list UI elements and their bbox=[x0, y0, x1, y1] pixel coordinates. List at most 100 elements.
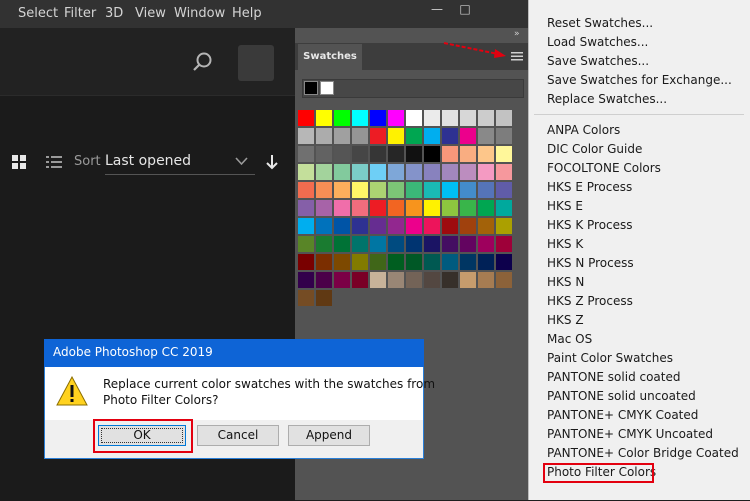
color-swatch[interactable] bbox=[298, 128, 314, 144]
color-swatch[interactable] bbox=[406, 128, 422, 144]
color-swatch[interactable] bbox=[496, 218, 512, 234]
menu-filter[interactable]: Filter bbox=[64, 6, 96, 21]
color-swatch[interactable] bbox=[370, 146, 386, 162]
color-swatch[interactable] bbox=[388, 254, 404, 270]
color-swatch[interactable] bbox=[478, 200, 494, 216]
color-swatch[interactable] bbox=[352, 164, 368, 180]
color-swatch[interactable] bbox=[442, 218, 458, 234]
color-swatch[interactable] bbox=[334, 272, 350, 288]
color-swatch[interactable] bbox=[316, 128, 332, 144]
color-swatch[interactable] bbox=[316, 110, 332, 126]
color-swatch[interactable] bbox=[442, 146, 458, 162]
color-swatch[interactable] bbox=[496, 272, 512, 288]
color-swatch[interactable] bbox=[388, 164, 404, 180]
color-swatch[interactable] bbox=[406, 110, 422, 126]
menu-item-action[interactable]: Reset Swatches... bbox=[547, 16, 653, 30]
list-view-icon[interactable] bbox=[46, 156, 62, 169]
sort-dropdown[interactable]: Last opened bbox=[105, 153, 191, 169]
color-swatch[interactable] bbox=[316, 290, 332, 306]
color-swatch[interactable] bbox=[388, 236, 404, 252]
color-swatch[interactable] bbox=[424, 254, 440, 270]
append-button[interactable]: Append bbox=[288, 425, 370, 446]
color-swatch[interactable] bbox=[316, 200, 332, 216]
color-swatch[interactable] bbox=[298, 254, 314, 270]
menu-item-swatch-library[interactable]: HKS E bbox=[547, 199, 583, 213]
color-swatch[interactable] bbox=[442, 236, 458, 252]
color-swatch[interactable] bbox=[370, 200, 386, 216]
color-swatch[interactable] bbox=[352, 146, 368, 162]
color-swatch[interactable] bbox=[298, 218, 314, 234]
color-swatch[interactable] bbox=[460, 110, 476, 126]
color-swatch[interactable] bbox=[496, 254, 512, 270]
menu-item-swatch-library[interactable]: HKS Z Process bbox=[547, 294, 633, 308]
color-swatch[interactable] bbox=[334, 200, 350, 216]
menu-item-swatch-library[interactable]: PANTONE+ CMYK Uncoated bbox=[547, 427, 713, 441]
color-swatch[interactable] bbox=[406, 254, 422, 270]
color-swatch[interactable] bbox=[442, 272, 458, 288]
color-swatch[interactable] bbox=[370, 254, 386, 270]
minimize-button[interactable]: — bbox=[424, 0, 450, 18]
color-swatch[interactable] bbox=[442, 164, 458, 180]
color-swatch[interactable] bbox=[424, 272, 440, 288]
color-swatch[interactable] bbox=[460, 200, 476, 216]
avatar[interactable] bbox=[238, 45, 274, 81]
color-swatch[interactable] bbox=[352, 236, 368, 252]
color-swatch[interactable] bbox=[442, 254, 458, 270]
color-swatch[interactable] bbox=[424, 164, 440, 180]
menu-item-swatch-library[interactable]: HKS Z bbox=[547, 313, 584, 327]
cancel-button[interactable]: Cancel bbox=[197, 425, 279, 446]
color-swatch[interactable] bbox=[388, 218, 404, 234]
menu-item-action[interactable]: Save Swatches for Exchange... bbox=[547, 73, 732, 87]
color-swatch[interactable] bbox=[478, 218, 494, 234]
color-swatch[interactable] bbox=[424, 218, 440, 234]
color-swatch[interactable] bbox=[298, 200, 314, 216]
color-swatch[interactable] bbox=[370, 128, 386, 144]
menu-view[interactable]: View bbox=[135, 6, 166, 21]
menu-item-swatch-library[interactable]: PANTONE solid coated bbox=[547, 370, 681, 384]
menu-help[interactable]: Help bbox=[232, 6, 262, 21]
color-swatch[interactable] bbox=[406, 164, 422, 180]
color-swatch[interactable] bbox=[316, 182, 332, 198]
color-swatch[interactable] bbox=[496, 110, 512, 126]
menu-item-swatch-library[interactable]: HKS K Process bbox=[547, 218, 633, 232]
color-swatch[interactable] bbox=[406, 182, 422, 198]
menu-3d[interactable]: 3D bbox=[105, 6, 123, 21]
menu-item-swatch-library[interactable]: PANTONE solid uncoated bbox=[547, 389, 696, 403]
menu-item-swatch-library[interactable]: Paint Color Swatches bbox=[547, 351, 673, 365]
menu-item-swatch-library[interactable]: FOCOLTONE Colors bbox=[547, 161, 661, 175]
color-swatch[interactable] bbox=[424, 146, 440, 162]
color-swatch[interactable] bbox=[460, 254, 476, 270]
color-swatch[interactable] bbox=[460, 272, 476, 288]
sort-down-arrow-icon[interactable] bbox=[266, 155, 278, 170]
color-swatch[interactable] bbox=[316, 236, 332, 252]
color-swatch[interactable] bbox=[370, 182, 386, 198]
color-swatch[interactable] bbox=[496, 182, 512, 198]
color-swatch[interactable] bbox=[370, 164, 386, 180]
color-swatch[interactable] bbox=[316, 272, 332, 288]
color-swatch[interactable] bbox=[298, 146, 314, 162]
color-swatch[interactable] bbox=[442, 182, 458, 198]
color-swatch[interactable] bbox=[352, 128, 368, 144]
color-swatch[interactable] bbox=[406, 272, 422, 288]
color-swatch[interactable] bbox=[442, 110, 458, 126]
color-swatch[interactable] bbox=[496, 236, 512, 252]
menu-item-swatch-library[interactable]: HKS N bbox=[547, 275, 584, 289]
foreground-swatch[interactable] bbox=[304, 81, 318, 95]
color-swatch[interactable] bbox=[442, 128, 458, 144]
menu-item-swatch-library[interactable]: DIC Color Guide bbox=[547, 142, 642, 156]
color-swatch[interactable] bbox=[460, 182, 476, 198]
color-swatch[interactable] bbox=[316, 218, 332, 234]
color-swatch[interactable] bbox=[460, 164, 476, 180]
color-swatch[interactable] bbox=[496, 164, 512, 180]
chevron-down-icon[interactable] bbox=[235, 157, 248, 166]
color-swatch[interactable] bbox=[352, 110, 368, 126]
maximize-button[interactable]: □ bbox=[452, 0, 478, 18]
color-swatch[interactable] bbox=[352, 182, 368, 198]
color-swatch[interactable] bbox=[370, 110, 386, 126]
menu-window[interactable]: Window bbox=[174, 6, 225, 21]
color-swatch[interactable] bbox=[298, 272, 314, 288]
color-swatch[interactable] bbox=[460, 236, 476, 252]
background-swatch[interactable] bbox=[320, 81, 334, 95]
color-swatch[interactable] bbox=[388, 128, 404, 144]
color-swatch[interactable] bbox=[406, 236, 422, 252]
